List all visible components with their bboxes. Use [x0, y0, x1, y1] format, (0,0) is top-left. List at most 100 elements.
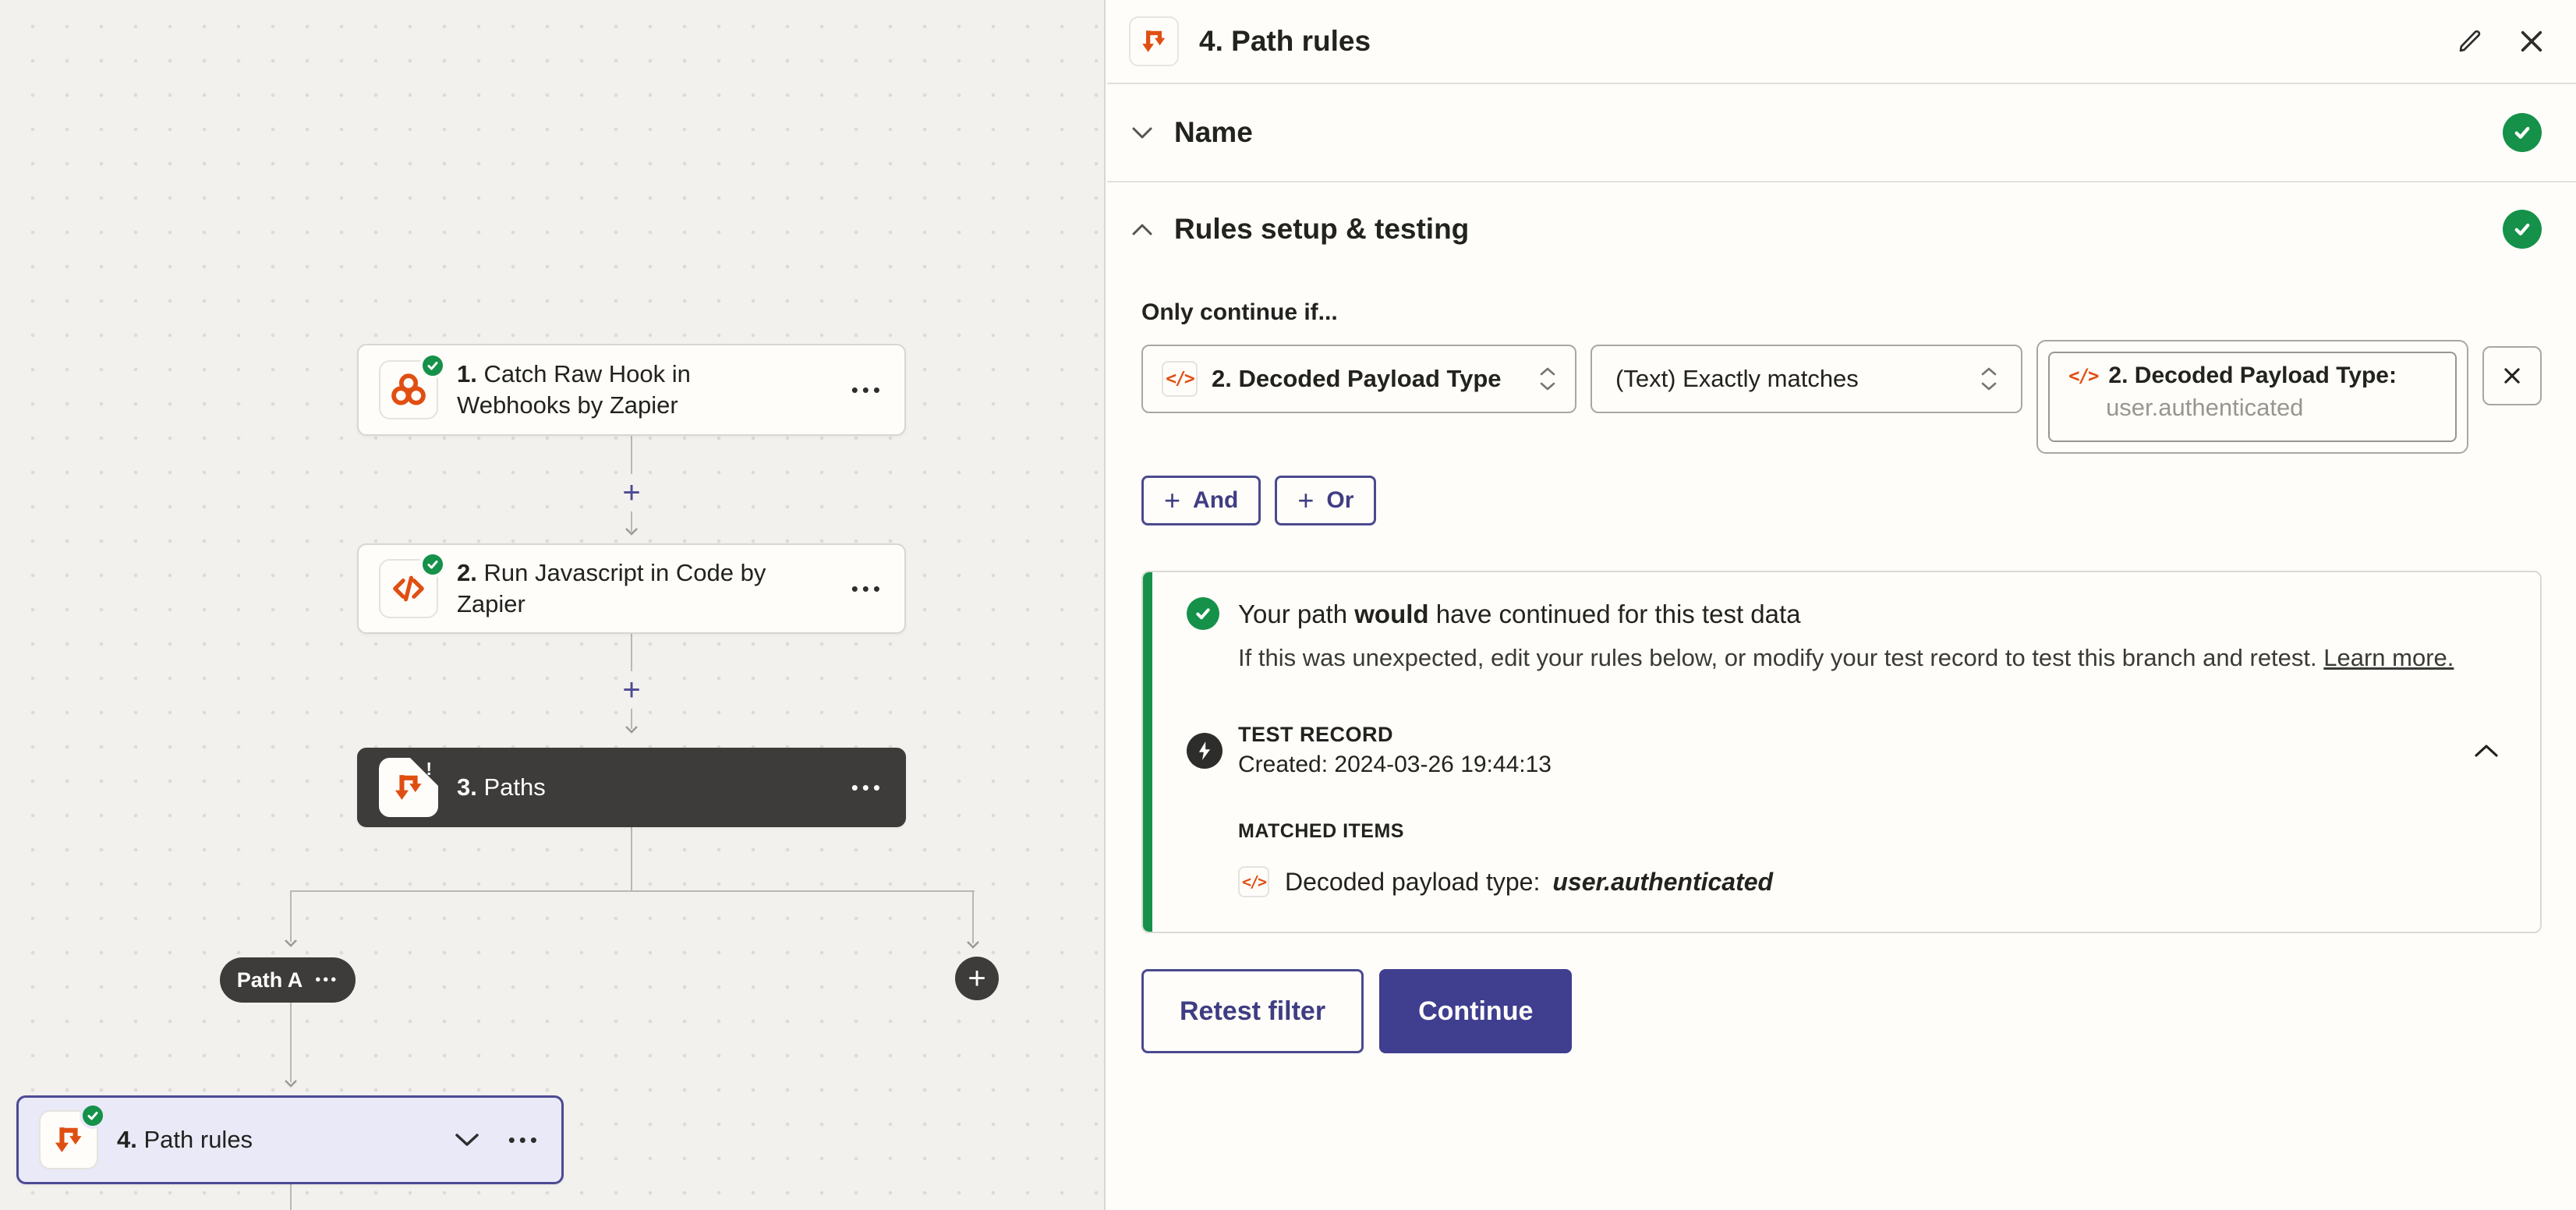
- step-detail-panel: 4. Path rules Name Rules setup & testing: [1107, 0, 2576, 1210]
- close-icon: [2501, 365, 2523, 387]
- condition-operator-value: (Text) Exactly matches: [1615, 365, 1859, 393]
- attention-mark: !: [426, 759, 432, 780]
- panel-header: 4. Path rules: [1107, 0, 2576, 84]
- condition-operator-select[interactable]: (Text) Exactly matches: [1591, 345, 2022, 413]
- path-a-label: Path A: [237, 968, 303, 992]
- condition-field-value: 2. Decoded Payload Type: [1212, 365, 1502, 393]
- arrow-down-icon: [625, 725, 639, 734]
- section-complete-icon: [2503, 210, 2542, 249]
- step-card-path-rules[interactable]: 4. Path rules •••: [16, 1095, 564, 1184]
- branch-line: [290, 890, 975, 892]
- plus-icon: +: [1297, 486, 1314, 515]
- matched-key: Decoded payload type:: [1285, 868, 1540, 897]
- collapse-path-button[interactable]: [454, 1132, 480, 1148]
- matched-item-row: </> Decoded payload type: user.authentic…: [1238, 866, 2506, 897]
- workflow-canvas[interactable]: + + 1. Catch Raw Hook in Webhooks by Zap…: [0, 0, 1106, 1210]
- step-title: 3. Paths: [457, 772, 546, 803]
- connector-line: [631, 634, 632, 674]
- edit-title-button[interactable]: [2456, 27, 2484, 55]
- section-name[interactable]: Name: [1107, 84, 2576, 182]
- success-check-icon: [1187, 597, 1219, 630]
- retest-filter-button[interactable]: Retest filter: [1141, 969, 1364, 1053]
- matched-value: user.authenticated: [1552, 868, 1773, 897]
- learn-more-link[interactable]: Learn more.: [2323, 644, 2454, 671]
- add-step-button[interactable]: +: [617, 671, 645, 709]
- code-icon: </>: [1238, 866, 1269, 897]
- step-menu-button[interactable]: •••: [508, 1130, 541, 1150]
- step-card-catch-raw-hook[interactable]: 1. Catch Raw Hook in Webhooks by Zapier …: [357, 344, 906, 436]
- code-icon: </>: [2068, 365, 2097, 387]
- connector-line: [631, 436, 632, 478]
- connector-line: [631, 826, 632, 892]
- token-label: 2. Decoded Payload Type:: [2108, 363, 2397, 389]
- panel-title: 4. Path rules: [1199, 25, 1371, 58]
- connector-line: [290, 1003, 292, 1082]
- arrow-down-icon: [284, 1079, 298, 1088]
- success-check-badge: [419, 551, 446, 578]
- code-icon: [379, 559, 438, 618]
- section-name-label: Name: [1174, 116, 1253, 149]
- matched-items-label: MATCHED ITEMS: [1238, 820, 2506, 843]
- webhooks-icon: [379, 360, 438, 419]
- section-complete-icon: [2503, 113, 2542, 152]
- paths-icon: [39, 1110, 98, 1169]
- panel-actions: Retest filter Continue: [1141, 969, 2542, 1053]
- only-continue-label: Only continue if...: [1141, 299, 2542, 326]
- path-menu-button[interactable]: •••: [315, 972, 338, 988]
- bolt-icon: [1187, 733, 1223, 769]
- section-rules[interactable]: Rules setup & testing: [1107, 182, 2576, 276]
- close-panel-button[interactable]: [2518, 28, 2545, 55]
- pencil-icon: [2456, 27, 2484, 55]
- connector-line: [290, 1184, 292, 1210]
- step-card-run-javascript[interactable]: 2. Run Javascript in Code by Zapier •••: [357, 543, 906, 634]
- test-record-label: TEST RECORD: [1238, 723, 1552, 747]
- add-or-button[interactable]: + Or: [1275, 476, 1376, 525]
- add-path-button[interactable]: +: [955, 957, 999, 1000]
- test-result-box: Your path would have continued for this …: [1141, 571, 2542, 933]
- result-subtext: If this was unexpected, edit your rules …: [1238, 639, 2506, 676]
- continue-button[interactable]: Continue: [1379, 969, 1572, 1053]
- step-menu-button[interactable]: •••: [851, 777, 884, 798]
- paths-icon: !: [379, 758, 438, 817]
- test-record-row: TEST RECORD Created: 2024-03-26 19:44:13: [1187, 723, 2506, 778]
- step-menu-button[interactable]: •••: [851, 578, 884, 599]
- step-menu-button[interactable]: •••: [851, 380, 884, 400]
- chevron-up-icon: [2473, 743, 2500, 759]
- condition-field-select[interactable]: </> 2. Decoded Payload Type: [1141, 345, 1576, 413]
- result-headline: Your path would have continued for this …: [1238, 596, 2506, 633]
- mapped-field-token[interactable]: </> 2. Decoded Payload Type: user.authen…: [2048, 352, 2457, 442]
- code-icon: </>: [1162, 361, 1198, 397]
- arrow-down-icon: [284, 939, 298, 947]
- add-and-button[interactable]: + And: [1141, 476, 1261, 525]
- select-chevrons-icon: [1965, 366, 1997, 391]
- test-record-created: Created: 2024-03-26 19:44:13: [1238, 752, 1552, 778]
- connector-line: [972, 890, 974, 943]
- arrow-down-icon: [966, 940, 980, 949]
- remove-condition-button[interactable]: [2482, 346, 2542, 405]
- rules-content: Only continue if... </> 2. Decoded Paylo…: [1107, 299, 2576, 1053]
- arrow-down-icon: [625, 527, 639, 536]
- add-step-button[interactable]: +: [617, 474, 645, 511]
- chevron-up-icon: [1131, 222, 1154, 237]
- step-title: 2. Run Javascript in Code by Zapier: [457, 557, 784, 620]
- chevron-down-icon: [1131, 126, 1154, 140]
- select-chevrons-icon: [1523, 366, 1556, 391]
- section-rules-label: Rules setup & testing: [1174, 213, 1469, 246]
- close-icon: [2518, 28, 2545, 55]
- plus-icon: +: [1164, 486, 1180, 515]
- step-title: 1. Catch Raw Hook in Webhooks by Zapier: [457, 359, 784, 421]
- andor-row: + And + Or: [1141, 476, 2542, 525]
- path-a-pill[interactable]: Path A •••: [220, 957, 356, 1003]
- step-card-paths[interactable]: ! 3. Paths •••: [357, 748, 906, 827]
- paths-icon: [1129, 16, 1179, 66]
- collapse-test-record-button[interactable]: [2473, 743, 2500, 759]
- success-check-badge: [80, 1102, 106, 1129]
- token-value: user.authenticated: [2106, 394, 2436, 422]
- connector-line: [290, 890, 292, 942]
- zap-editor: + + 1. Catch Raw Hook in Webhooks by Zap…: [0, 0, 2576, 1210]
- condition-row: </> 2. Decoded Payload Type (Text) Exact…: [1141, 340, 2542, 454]
- condition-value-input[interactable]: </> 2. Decoded Payload Type: user.authen…: [2036, 340, 2468, 454]
- chevron-down-icon: [454, 1132, 480, 1148]
- attention-corner-icon: [410, 758, 438, 786]
- success-bar: [1143, 572, 1152, 932]
